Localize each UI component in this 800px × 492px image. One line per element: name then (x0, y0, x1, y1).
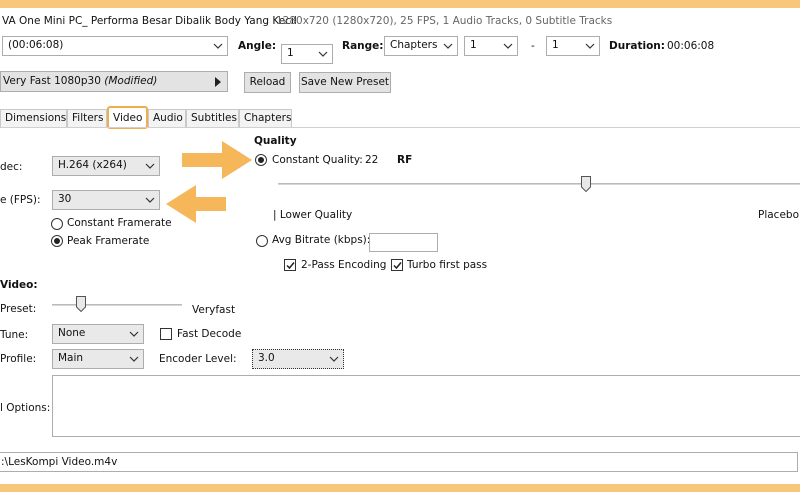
fast-decode-checkbox[interactable] (160, 328, 172, 340)
quality-slider-track[interactable] (278, 183, 800, 185)
chevron-down-icon (318, 51, 328, 57)
tab-divider (0, 127, 800, 128)
checkmark-icon (393, 262, 402, 270)
range-type-select[interactable]: Chapters (384, 36, 458, 56)
turbo-first-pass-label: Turbo first pass (407, 259, 488, 271)
two-pass-checkbox[interactable] (284, 259, 296, 271)
range-start-value: 1 (470, 39, 477, 51)
avg-bitrate-radio[interactable] (256, 235, 268, 247)
duration-label: Duration: (609, 40, 665, 52)
video-codec-select[interactable]: H.264 (x264) (52, 156, 160, 176)
chevron-down-icon (145, 197, 155, 203)
highlight-arrow-icon (182, 141, 252, 179)
avg-bitrate-label: Avg Bitrate (kbps): (272, 234, 371, 246)
reload-button[interactable]: Reload (244, 72, 291, 93)
range-start-select[interactable]: 1 (464, 36, 518, 56)
highlight-arrow-icon (166, 185, 226, 223)
video-codec-label: dec: (0, 161, 23, 173)
angle-select[interactable]: 1 (281, 44, 333, 64)
avg-bitrate-input[interactable] (369, 233, 438, 252)
tab-audio[interactable]: Audio (148, 109, 186, 127)
quality-slider-thumb[interactable] (580, 176, 591, 192)
advanced-options-textarea[interactable] (52, 375, 800, 437)
title-select[interactable]: (00:06:08) (2, 36, 228, 56)
lower-quality-label: | Lower Quality (273, 209, 353, 221)
peak-framerate-label: Peak Framerate (67, 235, 150, 247)
save-new-preset-button[interactable]: Save New Preset (299, 72, 391, 93)
encoder-profile-select[interactable]: Main (52, 349, 144, 369)
chevron-down-icon (585, 43, 595, 49)
constant-framerate-radio[interactable] (51, 218, 63, 230)
encoder-preset-slider-track[interactable] (52, 304, 182, 306)
encoder-tune-value: None (58, 327, 86, 339)
chevron-down-icon (213, 43, 223, 49)
encoder-preset-value: Veryfast (192, 304, 236, 316)
quality-heading: Quality (254, 135, 297, 147)
range-end-select[interactable]: 1 (546, 36, 600, 56)
framerate-select[interactable]: 30 (52, 190, 160, 210)
source-title: VA One Mini PC_ Performa Besar Dibalik B… (2, 15, 297, 27)
encoder-tune-label: Tune: (0, 329, 29, 341)
range-separator: - (531, 40, 535, 52)
tab-subtitles[interactable]: Subtitles (186, 109, 239, 127)
constant-quality-value: 22 (365, 154, 379, 166)
encoder-preset-slider-thumb[interactable] (75, 296, 86, 312)
encoder-section-label: Video: (0, 279, 38, 291)
range-type-value: Chapters (390, 39, 438, 51)
two-pass-label: 2-Pass Encoding (301, 259, 387, 271)
encoder-tune-select[interactable]: None (52, 324, 144, 344)
preset-modified-flag: (Modified) (104, 75, 158, 87)
angle-value: 1 (287, 47, 294, 59)
main-window: VA One Mini PC_ Performa Besar Dibalik B… (0, 8, 800, 484)
constant-quality-label: Constant Quality: (272, 154, 363, 166)
chevron-down-icon (329, 356, 339, 362)
title-select-value: (00:06:08) (8, 39, 64, 51)
turbo-first-pass-checkbox[interactable] (391, 259, 403, 271)
chevron-down-icon (145, 163, 155, 169)
encoder-level-select[interactable]: 3.0 (252, 349, 344, 369)
chevron-down-icon (443, 43, 453, 49)
chevron-down-icon (129, 331, 139, 337)
source-info: 1280x720 (1280x720), 25 FPS, 1 Audio Tra… (276, 15, 613, 27)
duration-value: 00:06:08 (667, 40, 715, 52)
encoder-level-value: 3.0 (258, 352, 275, 364)
placebo-label: Placebo (758, 209, 800, 221)
preset-name: Very Fast 1080p30 (3, 75, 101, 87)
range-end-value: 1 (552, 39, 559, 51)
video-codec-value: H.264 (x264) (58, 159, 127, 171)
encoder-profile-label: Profile: (0, 353, 37, 365)
tab-dimensions[interactable]: Dimensions (0, 109, 67, 127)
encoder-level-label: Encoder Level: (159, 353, 237, 365)
tab-video[interactable]: Video (107, 106, 148, 129)
preset-selector[interactable]: Very Fast 1080p30 (Modified) (0, 71, 228, 92)
range-label: Range: (342, 40, 384, 52)
chevron-down-icon (129, 356, 139, 362)
advanced-options-label: l Options: (0, 402, 51, 414)
constant-quality-radio[interactable] (255, 154, 267, 166)
chevron-down-icon (503, 43, 513, 49)
fast-decode-label: Fast Decode (177, 328, 242, 340)
encoder-preset-label: Preset: (0, 303, 37, 315)
checkmark-icon (286, 262, 295, 270)
constant-framerate-label: Constant Framerate (67, 217, 172, 229)
constant-quality-unit: RF (397, 154, 413, 166)
framerate-value: 30 (58, 193, 72, 205)
destination-path-input[interactable]: :\LesKompi Video.m4v (0, 452, 798, 472)
tab-filters[interactable]: Filters (67, 109, 107, 127)
encoder-profile-value: Main (58, 352, 84, 364)
framerate-label: e (FPS): (0, 194, 41, 206)
angle-label: Angle: (238, 40, 277, 52)
peak-framerate-radio[interactable] (51, 235, 63, 247)
chevron-right-icon (215, 77, 221, 87)
tab-chapters[interactable]: Chapters (239, 109, 292, 127)
